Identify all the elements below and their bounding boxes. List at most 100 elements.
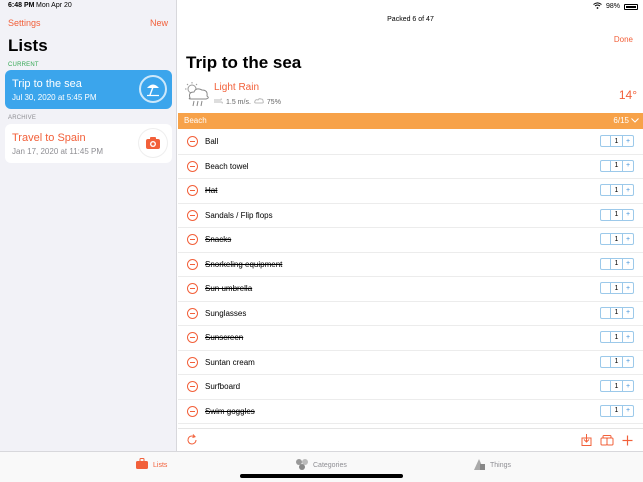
decrement-button[interactable] [601,283,611,293]
increment-button[interactable]: + [623,259,633,269]
refresh-icon[interactable] [186,433,198,451]
bottom-toolbar [178,428,643,451]
toolbar-actions [581,433,633,451]
list-item[interactable]: Snorkeling equipment 1 + [178,253,643,277]
increment-button[interactable]: + [623,185,633,195]
remove-item-icon[interactable] [187,185,198,196]
decrement-button[interactable] [601,332,611,342]
remove-item-icon[interactable] [187,381,198,392]
tab-things[interactable]: Things [473,458,511,473]
remove-item-icon[interactable] [187,307,198,319]
item-name[interactable]: Suntan cream [205,358,255,367]
remove-item-icon[interactable] [187,160,198,172]
remove-item-icon[interactable] [187,332,198,343]
remove-item-icon[interactable] [187,356,198,368]
increment-button[interactable]: + [623,234,633,244]
increment-button[interactable]: + [623,357,633,367]
decrement-button[interactable] [601,209,611,220]
decrement-button[interactable] [601,381,611,391]
decrement-button[interactable] [601,234,611,244]
increment-button[interactable]: + [623,381,633,391]
list-item[interactable]: Sun umbrella 1 + [178,277,643,302]
decrement-button[interactable] [601,307,611,318]
decrement-button[interactable] [601,136,611,146]
remove-item-icon[interactable] [187,136,198,147]
quantity-stepper[interactable]: 1 + [600,233,634,245]
categories-icon [295,458,309,472]
add-item-icon[interactable] [622,433,633,451]
quantity-stepper[interactable]: 1 + [600,331,634,343]
list-item[interactable]: Hat 1 + [178,179,643,204]
remove-item-icon[interactable] [187,405,198,417]
temperature: 14° [618,88,637,102]
tab-lists[interactable]: Lists [135,458,167,472]
list-item[interactable]: Beach towel 1 + [178,155,643,179]
list-card-title: Travel to Spain [12,132,86,144]
item-name[interactable]: Sunscreen [205,333,243,342]
done-button[interactable]: Done [614,35,633,44]
increment-button[interactable]: + [623,210,633,220]
quantity-stepper[interactable]: 1 + [600,184,634,196]
quantity-stepper[interactable]: 1 + [600,282,634,294]
decrement-button[interactable] [601,356,611,367]
battery-icon [624,3,638,10]
sidebar: 6:48 PM Mon Apr 20 Settings New Lists CU… [0,0,177,451]
list-item[interactable]: Surfboard 1 + [178,375,643,400]
decrement-button[interactable] [601,405,611,416]
remove-item-icon[interactable] [187,234,198,245]
quantity-stepper[interactable]: 1 + [600,404,634,417]
quantity-stepper[interactable]: 1 + [600,135,634,147]
item-name[interactable]: Surfboard [205,382,240,391]
increment-button[interactable]: + [623,308,633,318]
increment-button[interactable]: + [623,283,633,293]
status-time: 6:48 PM [8,2,35,9]
category-count-wrap: 6/15 [613,116,639,125]
list-card-archive[interactable]: Travel to Spain Jan 17, 2020 at 11:45 PM [5,124,172,163]
increment-button[interactable]: + [623,161,633,171]
quantity-value: 1 [611,185,623,195]
increment-button[interactable]: + [623,406,633,416]
item-name[interactable]: Sunglasses [205,309,246,318]
list-item[interactable]: Snacks 1 + [178,228,643,253]
list-item[interactable]: Suntan cream 1 + [178,351,643,375]
quantity-value: 1 [611,381,623,391]
quantity-stepper[interactable]: 1 + [600,355,634,368]
weather-details: 1.5 m/s. 75% [214,98,281,106]
quantity-stepper[interactable]: 1 + [600,208,634,221]
item-name[interactable]: Ball [205,137,218,146]
import-icon[interactable] [581,433,592,451]
increment-button[interactable]: + [623,332,633,342]
remove-item-icon[interactable] [187,283,198,294]
quantity-value: 1 [611,332,623,342]
quantity-stepper[interactable]: 1 + [600,159,634,172]
item-name[interactable]: Sandals / Flip flops [205,211,273,220]
quantity-stepper[interactable]: 1 + [600,257,634,270]
decrement-button[interactable] [601,160,611,171]
item-name[interactable]: Sun umbrella [205,284,252,293]
item-name[interactable]: Snacks [205,235,231,244]
list-item[interactable]: Sunglasses 1 + [178,302,643,326]
item-name[interactable]: Snorkeling equipment [205,260,282,269]
increment-button[interactable]: + [623,136,633,146]
decrement-button[interactable] [601,258,611,269]
list-item[interactable]: Sunscreen 1 + [178,326,643,351]
luggage-icon[interactable] [600,433,614,451]
item-name[interactable]: Beach towel [205,162,249,171]
quantity-value: 1 [611,356,623,367]
remove-item-icon[interactable] [187,258,198,270]
new-list-button[interactable]: New [150,18,168,28]
list-item[interactable]: Swim goggles 1 + [178,400,643,424]
item-name[interactable]: Swim goggles [205,407,255,416]
list-card-current[interactable]: Trip to the sea Jul 30, 2020 at 5:45 PM [5,70,172,109]
sidebar-title: Lists [8,36,48,55]
quantity-stepper[interactable]: 1 + [600,380,634,392]
quantity-stepper[interactable]: 1 + [600,306,634,319]
list-item[interactable]: Ball 1 + [178,130,643,155]
list-item[interactable]: Sandals / Flip flops 1 + [178,204,643,228]
settings-button[interactable]: Settings [8,18,41,28]
item-name[interactable]: Hat [205,186,217,195]
remove-item-icon[interactable] [187,209,198,221]
decrement-button[interactable] [601,185,611,195]
tab-categories[interactable]: Categories [295,458,347,472]
category-header[interactable]: Beach 6/15 [178,113,643,129]
